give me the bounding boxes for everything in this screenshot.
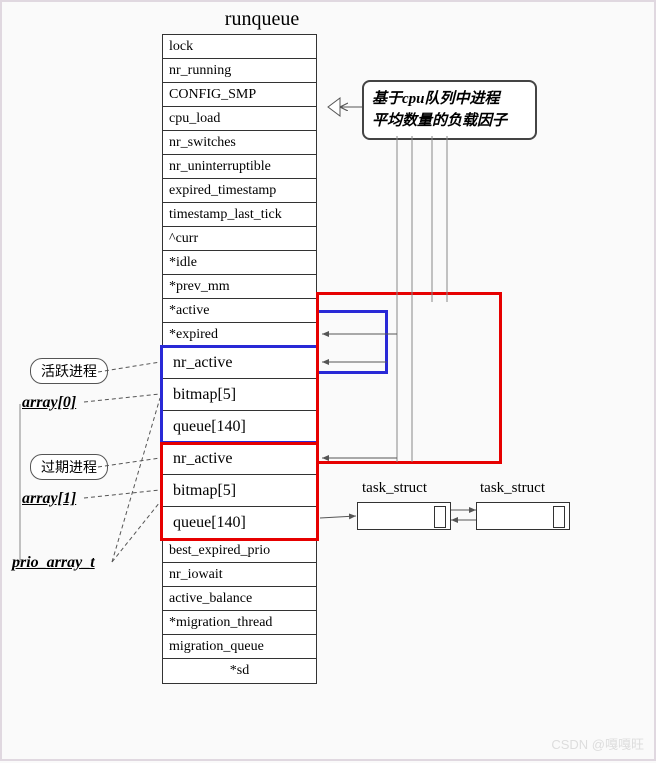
field-nr-uninterruptible: nr_uninterruptible [163, 155, 316, 179]
active-ptr-loop [316, 310, 388, 374]
expired-ptr-loop [316, 292, 502, 464]
array1-queue: queue[140] [163, 507, 316, 539]
prio-array-label: prio_array_t [12, 554, 95, 572]
field-prev-mm: *prev_mm [163, 275, 316, 299]
field-idle: *idle [163, 251, 316, 275]
array0-bitmap: bitmap[5] [163, 379, 316, 411]
note-line1: 基于cpu队列中进程 [372, 88, 527, 110]
diagram-title: runqueue [182, 8, 342, 31]
array1-nr-active: nr_active [163, 443, 316, 475]
task-struct-box-2 [476, 502, 570, 530]
array1-label: array[1] [22, 490, 76, 508]
array0-queue: queue[140] [163, 411, 316, 443]
field-nr-running: nr_running [163, 59, 316, 83]
field-timestamp-last-tick: timestamp_last_tick [163, 203, 316, 227]
field-migration-queue: migration_queue [163, 635, 316, 659]
task-struct-label-1: task_struct [362, 480, 427, 497]
field-lock: lock [163, 35, 316, 59]
task-struct-label-2: task_struct [480, 480, 545, 497]
field-cpu-load: cpu_load [163, 107, 316, 131]
cpu-load-note: 基于cpu队列中进程 平均数量的负载因子 [362, 80, 537, 140]
field-active-balance: active_balance [163, 587, 316, 611]
task-struct-box-1 [357, 502, 451, 530]
field-nr-iowait: nr_iowait [163, 563, 316, 587]
field-expired-timestamp: expired_timestamp [163, 179, 316, 203]
expired-proc-callout: 过期进程 [30, 454, 108, 480]
array0-label: array[0] [22, 394, 76, 412]
note-line2: 平均数量的负载因子 [372, 110, 527, 132]
active-proc-callout: 活跃进程 [30, 358, 108, 384]
field-sd: *sd [163, 659, 316, 683]
field-curr: ^curr [163, 227, 316, 251]
field-nr-switches: nr_switches [163, 131, 316, 155]
runqueue-struct: lock nr_running CONFIG_SMP cpu_load nr_s… [162, 34, 317, 684]
field-best-expired-prio: best_expired_prio [163, 539, 316, 563]
field-expired: *expired [163, 323, 316, 347]
field-active: *active [163, 299, 316, 323]
array1-bitmap: bitmap[5] [163, 475, 316, 507]
field-config-smp: CONFIG_SMP [163, 83, 316, 107]
array0-nr-active: nr_active [163, 347, 316, 379]
watermark: CSDN @嘎嘎旺 [551, 734, 644, 753]
field-migration-thread: *migration_thread [163, 611, 316, 635]
